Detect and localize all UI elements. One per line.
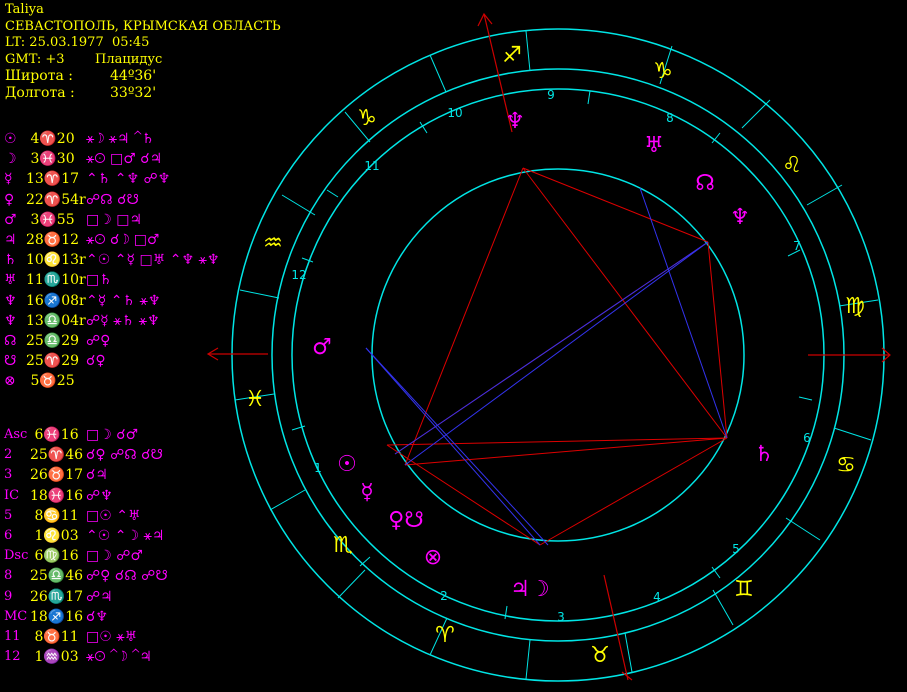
neptune-icon: ♆ [505, 109, 525, 134]
pluto-icon: ♆ [730, 205, 750, 230]
house-number-9: 9 [547, 88, 555, 102]
cancer-icon: ♋ [836, 453, 856, 478]
zodiac-inner-ring [271, 68, 845, 642]
sagittarius-icon: ♐ [502, 43, 522, 68]
capricorn-icon: ♑ [653, 59, 673, 84]
aries-icon: ♈ [435, 623, 455, 648]
aquarius-icon: ♒ [263, 231, 283, 256]
house-number-11: 11 [364, 159, 379, 173]
house-number-3: 3 [557, 610, 565, 624]
house-number-2: 2 [440, 589, 448, 603]
sun-icon: ☉ [337, 452, 357, 477]
chart-wheel: ♐ ♑ ♌ ♍ ♋ ♊ ♉ ♈ ♓ ♒ ♑ ♏ 9 8 10 11 12 7 6… [206, 12, 891, 682]
house-number-6: 6 [803, 431, 811, 445]
gemini-icon: ♊ [734, 577, 754, 602]
aspect-lines [365, 167, 728, 546]
scorpio-icon: ♏ [333, 533, 353, 558]
virgo-icon: ♍ [845, 294, 865, 319]
capricorn-2-icon: ♑ [357, 106, 377, 131]
house-number-7: 7 [793, 239, 801, 253]
house-number-5: 5 [732, 542, 740, 556]
north-node-icon: ☊ [695, 171, 715, 196]
taurus-icon: ♉ [590, 643, 610, 668]
mercury-icon: ☿ [360, 480, 374, 505]
aspect-circle [371, 168, 745, 542]
house-number-12: 12 [291, 268, 306, 282]
leo-icon: ♌ [782, 153, 802, 178]
pisces-icon: ♓ [245, 387, 265, 412]
part-of-fortune-icon: ⊗ [424, 545, 442, 570]
uranus-icon: ♅ [644, 133, 664, 158]
house-number-1: 1 [314, 461, 322, 475]
saturn-icon: ♄ [754, 442, 774, 467]
planet-glyphs: ♆ ♅ ☊ ♆ ♂ ♄ ☉ ☿ ♀☋ ⊗ ♃☽ [312, 109, 774, 602]
house-number-10: 10 [447, 106, 462, 120]
house-number-8: 8 [666, 111, 674, 125]
house-number-4: 4 [653, 590, 661, 604]
sign-glyphs: ♐ ♑ ♌ ♍ ♋ ♊ ♉ ♈ ♓ ♒ ♑ ♏ [245, 43, 865, 668]
venus-south-node-icon: ♀☋ [388, 508, 424, 533]
mars-icon: ♂ [312, 335, 332, 360]
jupiter-moon-icon: ♃☽ [510, 577, 549, 602]
